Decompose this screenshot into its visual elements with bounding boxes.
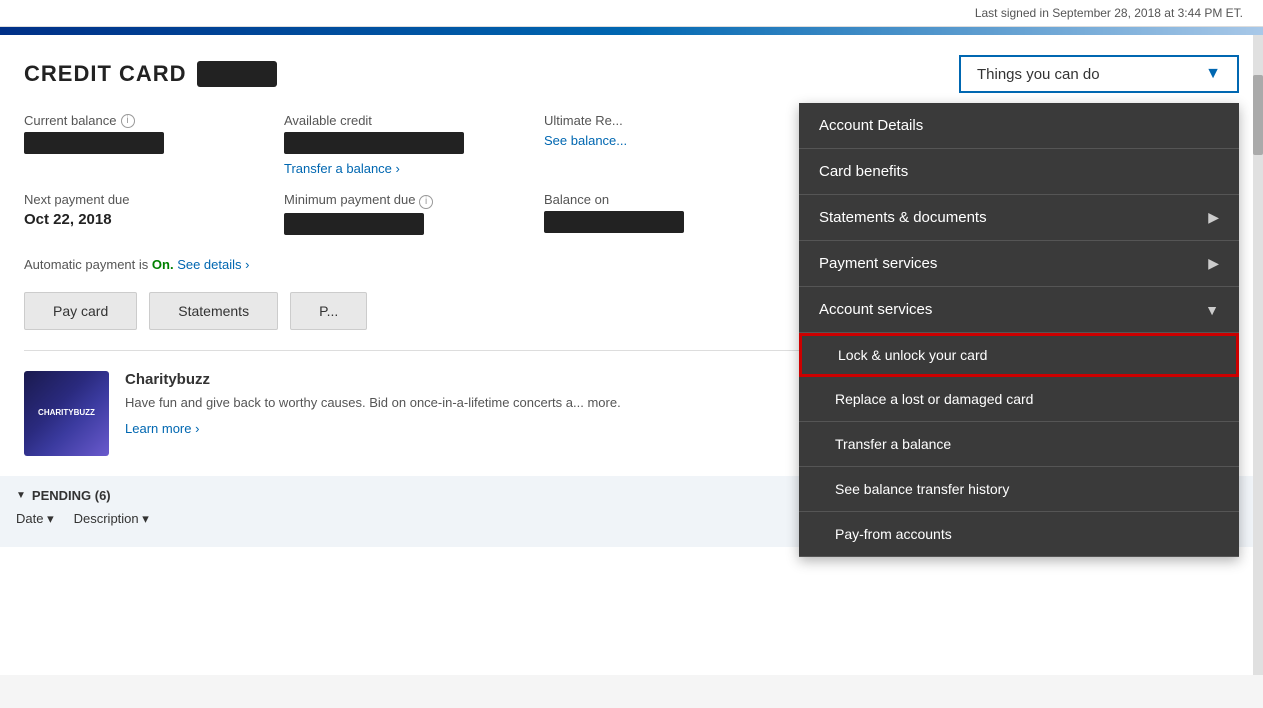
next-payment-col: Next payment due Oct 22, 2018: [24, 192, 264, 241]
charitybuzz-img-text: CHARITYBUZZ: [34, 404, 99, 422]
charitybuzz-name: Charitybuzz: [125, 371, 621, 388]
blue-bar: [0, 27, 1263, 35]
main-content: CREDIT CARD Things you can do ▼ Current …: [0, 35, 1263, 675]
charitybuzz-text: Charitybuzz Have fun and give back to wo…: [125, 371, 621, 456]
menu-item-transfer-balance[interactable]: Transfer a balance: [799, 422, 1239, 467]
charitybuzz-image: CHARITYBUZZ: [24, 371, 109, 456]
menu-item-payment-services[interactable]: Payment services ▶: [799, 241, 1239, 287]
menu-item-transfer-balance-label: Transfer a balance: [835, 436, 951, 452]
menu-item-statements-docs[interactable]: Statements & documents ▶: [799, 195, 1239, 241]
menu-item-account-services[interactable]: Account services ▼: [799, 287, 1239, 333]
card-title: CREDIT CARD: [24, 61, 277, 87]
see-details-link[interactable]: See details ›: [177, 257, 249, 272]
available-credit-label: Available credit: [284, 113, 524, 128]
current-balance-label: Current balance i: [24, 113, 264, 128]
statements-button[interactable]: Statements: [149, 292, 278, 330]
menu-item-lock-unlock-label: Lock & unlock your card: [838, 347, 987, 363]
menu-item-card-benefits-label: Card benefits: [819, 163, 908, 180]
date-column-header[interactable]: Date ▾: [16, 511, 54, 527]
dropdown-arrow-icon: ▼: [1205, 65, 1221, 83]
see-balance-link[interactable]: See balance...: [544, 133, 627, 148]
current-balance-info-icon[interactable]: i: [121, 114, 135, 128]
third-action-button[interactable]: P...: [290, 292, 367, 330]
minimum-payment-label: Minimum payment due i: [284, 192, 524, 209]
things-you-can-do-dropdown[interactable]: Things you can do ▼: [959, 55, 1239, 93]
card-header: CREDIT CARD Things you can do ▼: [24, 55, 1239, 93]
payment-services-chevron-icon: ▶: [1208, 255, 1219, 272]
pay-card-button[interactable]: Pay card: [24, 292, 137, 330]
menu-item-account-details-label: Account Details: [819, 117, 923, 134]
minimum-payment-info-icon[interactable]: i: [419, 195, 433, 209]
minimum-payment-col: Minimum payment due i: [284, 192, 524, 241]
menu-item-balance-history-label: See balance transfer history: [835, 481, 1009, 497]
menu-item-balance-history[interactable]: See balance transfer history: [799, 467, 1239, 512]
current-balance-col: Current balance i: [24, 113, 264, 176]
menu-item-payment-services-label: Payment services: [819, 255, 937, 272]
menu-item-account-details[interactable]: Account Details: [799, 103, 1239, 149]
menu-item-lock-unlock[interactable]: Lock & unlock your card: [799, 333, 1239, 377]
auto-payment-status: On.: [152, 257, 174, 272]
learn-more-link[interactable]: Learn more ›: [125, 421, 199, 436]
menu-item-card-benefits[interactable]: Card benefits: [799, 149, 1239, 195]
dropdown-label: Things you can do: [977, 66, 1100, 83]
account-services-chevron-icon: ▼: [1205, 302, 1219, 318]
balance-on-value: [544, 211, 684, 233]
charitybuzz-description: Have fun and give back to worthy causes.…: [125, 394, 621, 412]
available-credit-value: [284, 132, 464, 154]
available-credit-col: Available credit Transfer a balance ›: [284, 113, 524, 176]
scrollbar-thumb[interactable]: [1253, 75, 1263, 155]
menu-item-account-services-label: Account services: [819, 301, 932, 318]
minimum-payment-value: [284, 213, 424, 235]
card-number-masked: [197, 61, 277, 87]
dropdown-menu: Account Details Card benefits Statements…: [799, 103, 1239, 557]
card-title-text: CREDIT CARD: [24, 61, 187, 87]
scrollbar[interactable]: [1253, 35, 1263, 675]
menu-item-replace-card-label: Replace a lost or damaged card: [835, 391, 1033, 407]
current-balance-value: [24, 132, 164, 154]
pending-triangle-icon: ▼: [16, 490, 26, 501]
description-column-header[interactable]: Description ▾: [74, 511, 149, 527]
statements-docs-chevron-icon: ▶: [1208, 209, 1219, 226]
menu-item-pay-from[interactable]: Pay-from accounts: [799, 512, 1239, 557]
last-signed-text: Last signed in September 28, 2018 at 3:4…: [975, 6, 1243, 20]
menu-item-replace-card[interactable]: Replace a lost or damaged card: [799, 377, 1239, 422]
menu-item-statements-docs-label: Statements & documents: [819, 209, 987, 226]
top-bar: Last signed in September 28, 2018 at 3:4…: [0, 0, 1263, 27]
next-payment-label: Next payment due: [24, 192, 264, 207]
pending-title-text: PENDING (6): [32, 488, 111, 503]
next-payment-value: Oct 22, 2018: [24, 211, 264, 228]
menu-item-pay-from-label: Pay-from accounts: [835, 526, 952, 542]
transfer-balance-link[interactable]: Transfer a balance ›: [284, 161, 400, 176]
